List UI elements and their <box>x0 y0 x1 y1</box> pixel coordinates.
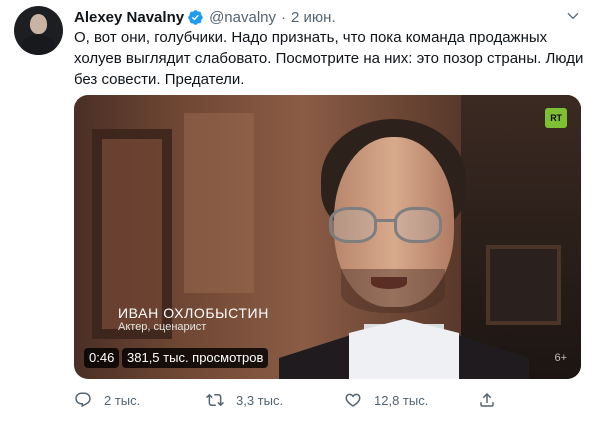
author-handle[interactable]: @navalny <box>209 9 276 26</box>
video-duration: 0:46 <box>84 348 120 368</box>
video-views: 381,5 тыс. просмотров <box>122 348 269 368</box>
video-background <box>184 113 254 293</box>
tweet-header: Alexey Navalny @navalny · 2 июн. <box>74 8 336 26</box>
retweet-button[interactable]: 3,3 тыс. <box>206 388 283 412</box>
caption-role: Актер, сценарист <box>118 321 207 333</box>
person-glasses-bridge <box>374 219 396 222</box>
channel-logo: RT <box>545 108 567 128</box>
person-mouth <box>371 277 407 289</box>
like-count: 12,8 тыс. <box>374 392 429 408</box>
person-beard <box>341 269 445 313</box>
person-glasses-left <box>329 207 377 243</box>
age-rating: 6+ <box>554 352 567 364</box>
person-glasses-right <box>394 207 442 243</box>
reply-count: 2 тыс. <box>104 392 141 408</box>
verified-badge-icon <box>188 9 203 25</box>
share-icon <box>480 392 494 407</box>
chevron-down-icon[interactable] <box>566 9 580 23</box>
tweet[interactable]: Alexey Navalny @navalny · 2 июн. О, вот … <box>0 0 598 426</box>
separator-dot: · <box>281 8 287 26</box>
share-button[interactable] <box>478 388 496 412</box>
reply-button[interactable]: 2 тыс. <box>74 388 140 412</box>
avatar[interactable] <box>14 6 63 55</box>
heart-icon <box>345 393 361 407</box>
reply-icon <box>75 392 91 408</box>
retweet-icon <box>206 393 224 407</box>
video-person <box>279 119 529 379</box>
avatar-body <box>22 35 55 55</box>
tweet-text: О, вот они, голубчики. Надо признать, чт… <box>74 29 584 88</box>
retweet-count: 3,3 тыс. <box>236 392 284 408</box>
caption-name: ИВАН ОХЛОБЫСТИН <box>118 305 269 321</box>
tweet-date[interactable]: 2 июн. <box>291 9 336 26</box>
like-button[interactable]: 12,8 тыс. <box>344 388 428 412</box>
tweet-actions: 2 тыс. 3,3 тыс. 12,8 тыс. <box>74 388 504 412</box>
avatar-face <box>30 14 47 34</box>
author-name[interactable]: Alexey Navalny <box>74 9 184 26</box>
video-player[interactable]: RT ИВАН ОХЛОБЫСТИН Актер, сценарист 6+ 0… <box>74 95 581 379</box>
